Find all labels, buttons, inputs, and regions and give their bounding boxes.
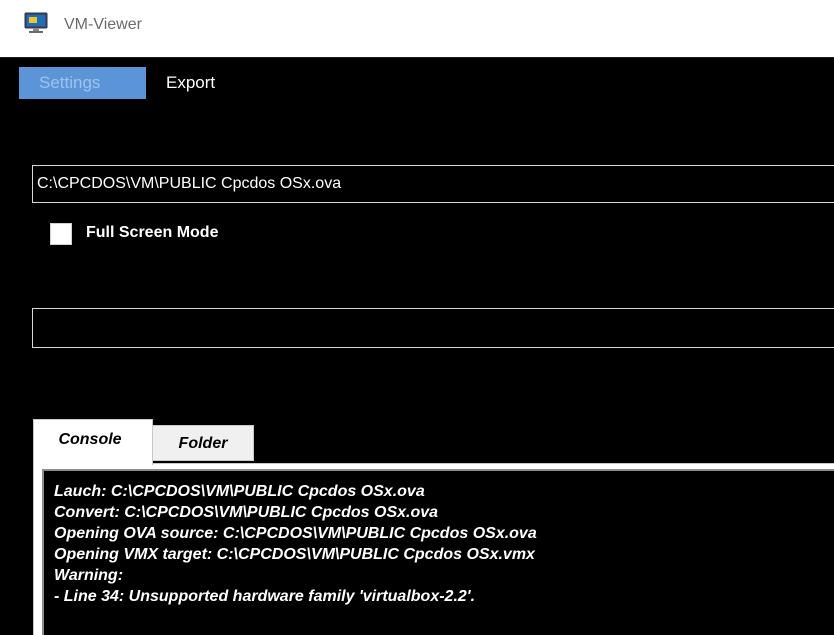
source-path-field[interactable]: C:\CPCDOS\VM\PUBLIC Cpcdos OSx.ova: [32, 165, 834, 203]
tab-folder[interactable]: Folder: [152, 425, 254, 461]
console-output[interactable]: Lauch: C:\CPCDOS\VM\PUBLIC Cpcdos OSx.ov…: [42, 469, 834, 635]
fullscreen-label[interactable]: Full Screen Mode: [86, 222, 218, 244]
console-line: Convert: C:\CPCDOS\VM\PUBLIC Cpcdos OSx.…: [54, 504, 439, 521]
monitor-app-icon: [24, 12, 48, 34]
menu-settings[interactable]: Settings: [19, 67, 146, 99]
window-title: VM-Viewer: [64, 16, 142, 33]
menu-export[interactable]: Export: [154, 67, 227, 99]
title-bar: VM-Viewer: [0, 0, 834, 57]
fullscreen-checkbox[interactable]: [50, 223, 72, 245]
app-window: VM-Viewer Settings Export C:\CPCDOS\VM\P…: [0, 0, 834, 635]
console-panel: Lauch: C:\CPCDOS\VM\PUBLIC Cpcdos OSx.ov…: [33, 463, 834, 635]
menu-bar: Settings Export: [0, 57, 834, 104]
console-line: Opening VMX target: C:\CPCDOS\VM\PUBLIC …: [54, 546, 535, 563]
console-line: Opening OVA source: C:\CPCDOS\VM\PUBLIC …: [54, 525, 537, 542]
secondary-input-field[interactable]: [32, 308, 834, 348]
tab-console[interactable]: Console: [33, 419, 153, 465]
console-line: Lauch: C:\CPCDOS\VM\PUBLIC Cpcdos OSx.ov…: [54, 483, 425, 500]
console-line: Warning:: [54, 567, 124, 584]
console-line: - Line 34: Unsupported hardware family '…: [54, 588, 476, 605]
